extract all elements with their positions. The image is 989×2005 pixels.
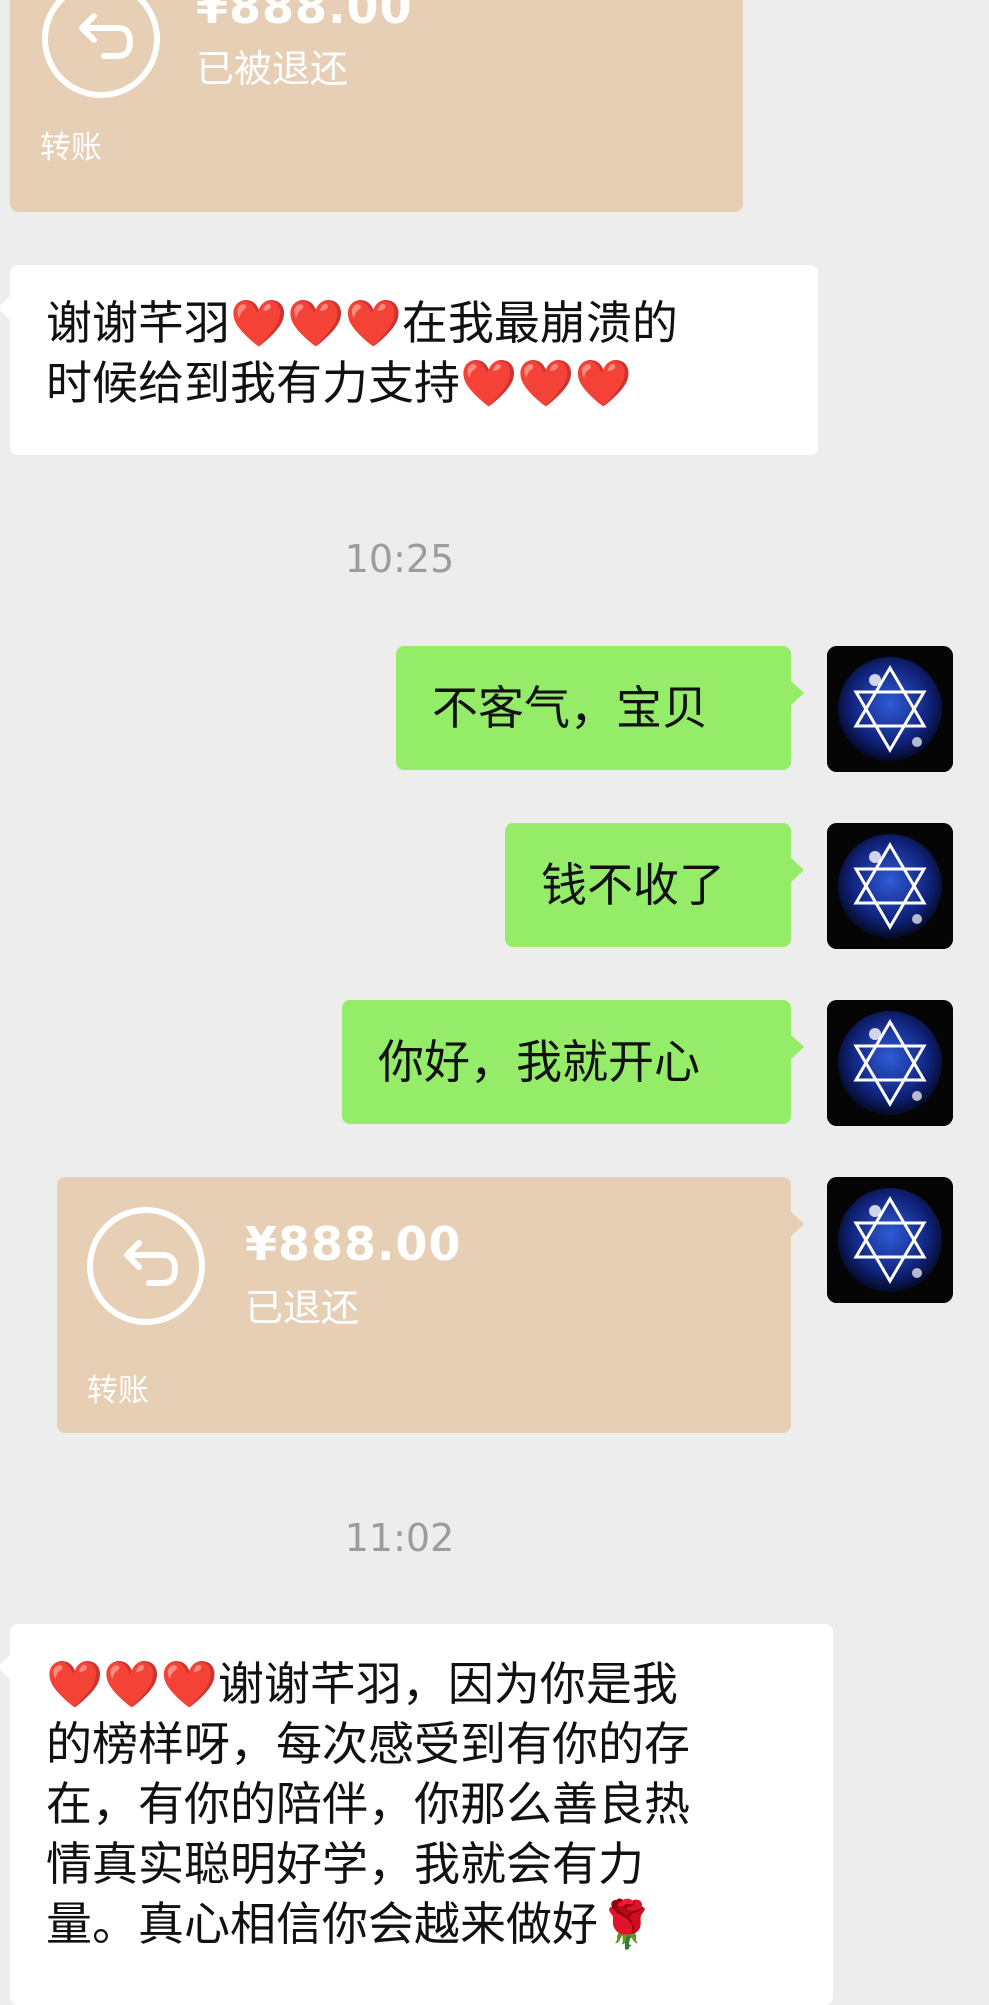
transfer-amount: ¥888.00 bbox=[245, 1217, 462, 1271]
outgoing-message[interactable]: 不客气，宝贝 bbox=[396, 646, 804, 770]
message-line: 量。真心相信你会越来做好🌹 bbox=[46, 1897, 656, 1951]
avatar[interactable] bbox=[827, 1000, 953, 1126]
message-line: 谢谢芊羽❤️❤️❤️在我最崩溃的 bbox=[46, 296, 678, 350]
transfer-status: 已被退还 bbox=[196, 47, 349, 91]
transfer-card-top[interactable]: ¥888.00 已被退还 转账 bbox=[10, 0, 743, 212]
message-text: 钱不收了 bbox=[541, 858, 725, 912]
incoming-message[interactable]: 谢谢芊羽❤️❤️❤️在我最崩溃的 时候给到我有力支持❤️❤️❤️ bbox=[0, 265, 818, 455]
star-of-david-avatar-icon bbox=[827, 1000, 953, 1126]
message-line: ❤️❤️❤️谢谢芊羽，因为你是我 bbox=[46, 1657, 678, 1711]
transfer-amount: ¥888.00 bbox=[196, 0, 413, 34]
avatar[interactable] bbox=[827, 823, 953, 949]
star-of-david-avatar-icon bbox=[827, 823, 953, 949]
return-arrow-icon bbox=[87, 1207, 205, 1325]
bubble-tail bbox=[0, 295, 11, 321]
transfer-label: 转账 bbox=[40, 130, 102, 166]
message-text: 不客气，宝贝 bbox=[432, 681, 708, 735]
star-of-david-avatar-icon bbox=[827, 646, 953, 772]
transfer-card-bottom[interactable]: ¥888.00 已退还 转账 bbox=[57, 1177, 804, 1433]
bubble-tail bbox=[790, 1211, 804, 1237]
message-line: 情真实聪明好学，我就会有力 bbox=[46, 1837, 644, 1891]
timestamp: 10:25 bbox=[344, 537, 455, 581]
timestamp: 11:02 bbox=[344, 1516, 455, 1560]
message-text: 你好，我就开心 bbox=[378, 1035, 700, 1089]
avatar[interactable] bbox=[827, 1177, 953, 1303]
bubble-tail bbox=[790, 857, 804, 883]
message-line: 的榜样呀，每次感受到有你的存 bbox=[46, 1717, 690, 1771]
bubble-tail bbox=[0, 1654, 11, 1680]
message-line: 在，有你的陪伴，你那么善良热 bbox=[46, 1777, 690, 1831]
incoming-message[interactable]: ❤️❤️❤️谢谢芊羽，因为你是我 的榜样呀，每次感受到有你的存 在，有你的陪伴，… bbox=[0, 1624, 833, 2005]
outgoing-message[interactable]: 钱不收了 bbox=[505, 823, 804, 947]
bubble-tail bbox=[790, 1034, 804, 1060]
transfer-status: 已退还 bbox=[245, 1286, 360, 1330]
outgoing-message[interactable]: 你好，我就开心 bbox=[342, 1000, 804, 1124]
transfer-label: 转账 bbox=[87, 1373, 149, 1409]
bubble-tail bbox=[790, 680, 804, 706]
return-arrow-icon bbox=[42, 0, 160, 98]
avatar[interactable] bbox=[827, 646, 953, 772]
message-line: 时候给到我有力支持❤️❤️❤️ bbox=[46, 356, 632, 410]
star-of-david-avatar-icon bbox=[827, 1177, 953, 1303]
